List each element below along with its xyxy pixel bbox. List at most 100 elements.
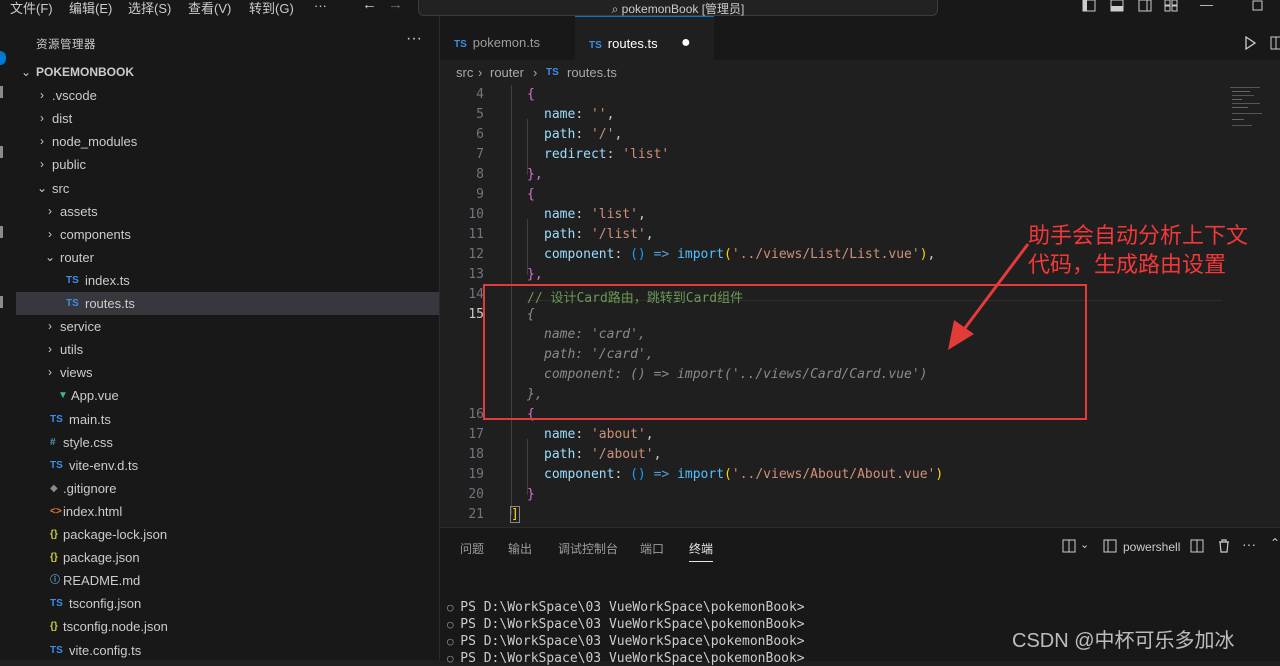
layout-secondary-sidebar-icon[interactable] <box>1138 0 1152 12</box>
editor-tab-bar: TS pokemon.ts TS routes.ts ● <box>440 16 1280 61</box>
breadcrumb-src[interactable]: src <box>456 60 473 86</box>
tree-item[interactable]: {} package.json <box>16 546 439 569</box>
chevron-down-icon[interactable]: ⌄ <box>44 246 56 269</box>
chevron-right-icon[interactable]: › <box>36 153 48 176</box>
tree-item[interactable]: TS main.ts <box>16 408 439 431</box>
tab-pokemon-ts[interactable]: TS pokemon.ts <box>440 16 588 60</box>
menu-selection[interactable]: 选择(S) <box>128 0 171 17</box>
tree-item[interactable]: › node_modules <box>16 130 439 153</box>
chevron-right-icon[interactable]: › <box>36 107 48 130</box>
tree-item[interactable]: › utils <box>16 338 439 361</box>
code-line-21: ] <box>510 506 520 523</box>
run-icon[interactable] <box>1244 36 1256 50</box>
line-number: 10 <box>468 207 484 222</box>
search-activity-icon[interactable] <box>0 86 3 98</box>
tab-debug-console[interactable]: 调试控制台 <box>558 540 618 557</box>
tree-item-label: App.vue <box>71 388 119 404</box>
minimize-icon[interactable]: — <box>1200 0 1213 12</box>
maximize-icon[interactable] <box>1252 0 1264 12</box>
layout-sidebar-icon[interactable] <box>1082 0 1096 12</box>
file-type-icon: TS <box>50 598 63 610</box>
tree-item[interactable]: ⌄ src <box>16 177 439 200</box>
line-number: 7 <box>476 147 484 162</box>
back-arrow-icon[interactable]: ← <box>362 0 377 13</box>
sidebar-more-icon[interactable]: ··· <box>406 30 422 48</box>
menu-go[interactable]: 转到(G) <box>249 0 294 17</box>
forward-arrow-icon[interactable]: → <box>388 0 403 13</box>
tree-item[interactable]: TS vite.config.ts <box>16 639 439 662</box>
chevron-right-icon[interactable]: › <box>36 130 48 153</box>
chevron-up-icon[interactable]: ⌃ <box>1270 536 1280 550</box>
tree-item[interactable]: ▼ App.vue <box>16 384 439 407</box>
chevron-right-icon[interactable]: › <box>44 338 56 361</box>
tree-item[interactable]: TS routes.ts <box>16 292 439 315</box>
line-number: 14 <box>468 287 484 302</box>
menu-edit[interactable]: 编辑(E) <box>69 0 112 17</box>
extensions-icon[interactable] <box>0 296 3 308</box>
tab-problems[interactable]: 问题 <box>460 540 484 557</box>
annotation-arrow-icon <box>948 243 1030 350</box>
code-line-4: { <box>527 87 535 102</box>
code-line-17: name: 'about', <box>544 427 654 442</box>
menu-file[interactable]: 文件(F) <box>10 0 53 17</box>
line-number: 12 <box>468 247 484 262</box>
tree-item[interactable]: {} package-lock.json <box>16 523 439 546</box>
annotation-text: 助手会自动分析上下文代码，生成路由设置 <box>1028 224 1249 278</box>
code-line-20: } <box>527 487 535 502</box>
line-number: 11 <box>468 227 484 242</box>
tree-item[interactable]: {} tsconfig.node.json <box>16 615 439 638</box>
tree-item[interactable]: › public <box>16 153 439 176</box>
chevron-down-icon[interactable]: ⌄ <box>36 177 48 200</box>
menu-more[interactable]: ··· <box>314 0 327 13</box>
chevron-down-icon[interactable]: ⌄ <box>1080 538 1089 551</box>
layout-panel-icon[interactable] <box>1110 0 1124 12</box>
tree-item[interactable]: › .vscode <box>16 84 439 107</box>
source-control-icon[interactable] <box>0 146 3 158</box>
tab-routes-ts[interactable]: TS routes.ts ● <box>575 16 714 61</box>
chevron-right-icon[interactable]: › <box>44 361 56 384</box>
tree-item[interactable]: # style.css <box>16 431 439 454</box>
tree-item-label: router <box>60 249 94 265</box>
split-icon[interactable] <box>1190 539 1204 553</box>
line-number: 13 <box>468 267 484 282</box>
menu-view[interactable]: 查看(V) <box>188 0 231 17</box>
chevron-right-icon[interactable]: › <box>44 315 56 338</box>
tree-item[interactable]: TS tsconfig.json <box>16 592 439 615</box>
tree-item-label: assets <box>60 203 98 219</box>
tree-item[interactable]: TS vite-env.d.ts <box>16 454 439 477</box>
explorer-badge <box>0 51 6 65</box>
minimap[interactable] <box>1230 85 1280 135</box>
tree-item[interactable]: › views <box>16 361 439 384</box>
chevron-down-icon[interactable]: ⌄ <box>20 61 32 84</box>
split-terminal-icon[interactable] <box>1062 539 1076 553</box>
trash-icon[interactable] <box>1217 538 1231 553</box>
tree-item[interactable]: › dist <box>16 107 439 130</box>
breadcrumb-file[interactable]: routes.ts <box>567 60 617 86</box>
tree-item[interactable]: › service <box>16 315 439 338</box>
run-debug-icon[interactable] <box>0 226 3 238</box>
command-center-search[interactable]: ⌕ pokemonBook [管理员] <box>418 0 938 16</box>
tree-item[interactable]: › components <box>16 223 439 246</box>
chevron-right-icon[interactable]: › <box>36 84 48 107</box>
tree-item[interactable]: › assets <box>16 200 439 223</box>
more-actions-icon[interactable]: ··· <box>1242 536 1256 552</box>
chevron-right-icon[interactable]: › <box>44 223 56 246</box>
tree-item[interactable]: TS index.ts <box>16 269 439 292</box>
tree-item[interactable]: ⌄ POKEMONBOOK <box>16 61 439 84</box>
breadcrumb-router[interactable]: router <box>490 60 524 86</box>
code-line-5: name: '', <box>544 107 615 122</box>
tree-item-label: vite.config.ts <box>69 642 142 658</box>
tree-item[interactable]: <> index.html <box>16 500 439 523</box>
terminal-icon[interactable] <box>1103 539 1117 553</box>
tree-item[interactable]: ⓘ README.md <box>16 569 439 592</box>
customize-layout-icon[interactable] <box>1164 0 1178 12</box>
split-editor-icon[interactable] <box>1270 36 1280 50</box>
tree-item[interactable]: ◆ .gitignore <box>16 477 439 500</box>
tab-output[interactable]: 输出 <box>508 540 532 557</box>
tab-ports[interactable]: 端口 <box>640 540 664 557</box>
tree-item[interactable]: ⌄ router <box>16 246 439 269</box>
chevron-right-icon[interactable]: › <box>44 200 56 223</box>
tab-terminal[interactable]: 终端 <box>689 540 714 562</box>
terminal-shell-name[interactable]: powershell <box>1123 540 1180 554</box>
line-number: 4 <box>476 87 484 102</box>
